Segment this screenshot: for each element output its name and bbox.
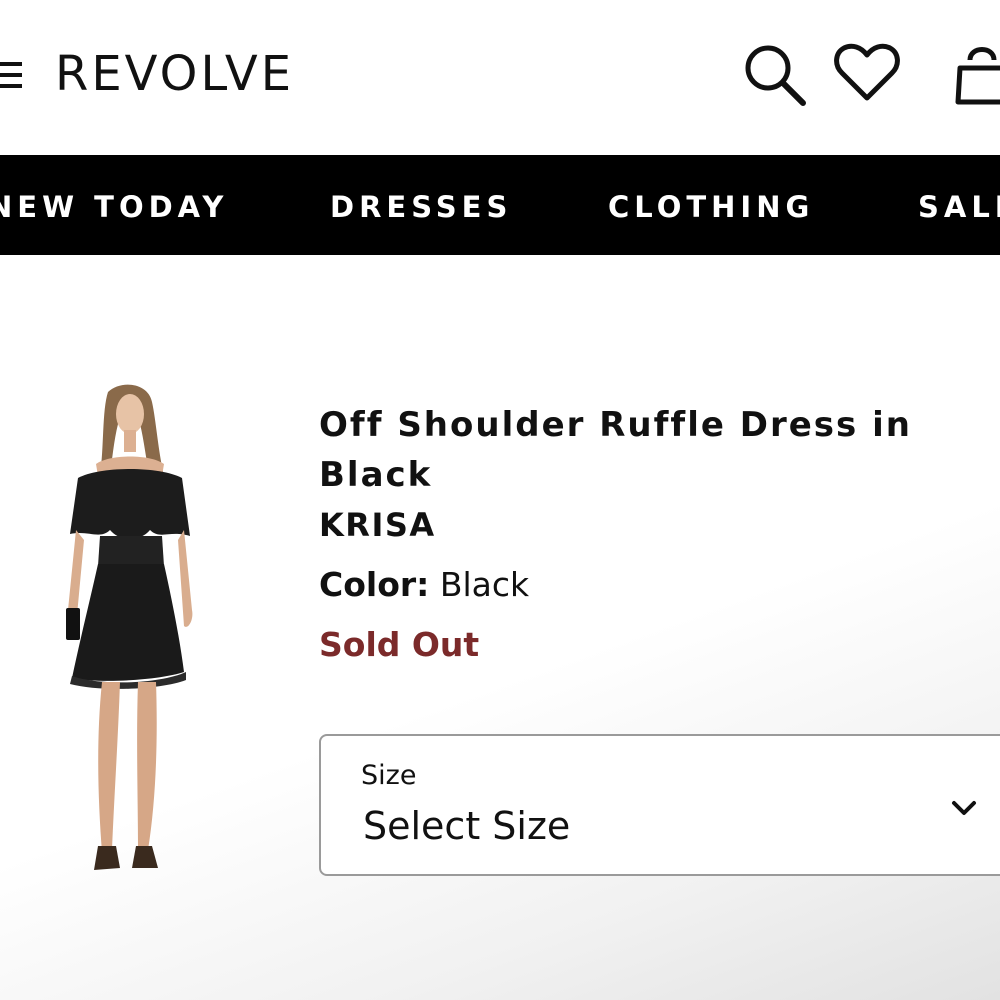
size-select-label: Size bbox=[361, 760, 417, 791]
color-label: Color: bbox=[319, 565, 430, 604]
nav-item-new-today[interactable]: NEW TODAY bbox=[0, 155, 228, 255]
heart-icon[interactable] bbox=[832, 42, 902, 104]
product-image[interactable] bbox=[40, 380, 210, 890]
site-header: REVOLVE bbox=[0, 0, 1000, 155]
site-logo[interactable]: REVOLVE bbox=[55, 44, 294, 104]
bag-icon[interactable] bbox=[952, 38, 1000, 108]
product-info: Off Shoulder Ruffle Dress in Black KRISA… bbox=[319, 400, 979, 670]
nav-item-sale[interactable]: SALE bbox=[918, 155, 1000, 255]
product-brand[interactable]: KRISA bbox=[319, 500, 979, 550]
color-value: Black bbox=[439, 565, 530, 604]
product-title: Off Shoulder Ruffle Dress in Black bbox=[319, 405, 912, 495]
category-nav: NEW TODAY DRESSES CLOTHING SALE bbox=[0, 155, 1000, 255]
menu-icon[interactable] bbox=[0, 58, 26, 92]
product-color: Color: Black bbox=[319, 560, 979, 610]
nav-item-clothing[interactable]: CLOTHING bbox=[608, 155, 814, 255]
chevron-down-icon bbox=[952, 801, 976, 815]
size-select-value: Select Size bbox=[363, 804, 571, 848]
size-select[interactable]: Size Select Size bbox=[319, 734, 1000, 876]
search-icon[interactable] bbox=[740, 40, 810, 110]
stock-status: Sold Out bbox=[319, 625, 480, 664]
nav-item-dresses[interactable]: DRESSES bbox=[330, 155, 512, 255]
